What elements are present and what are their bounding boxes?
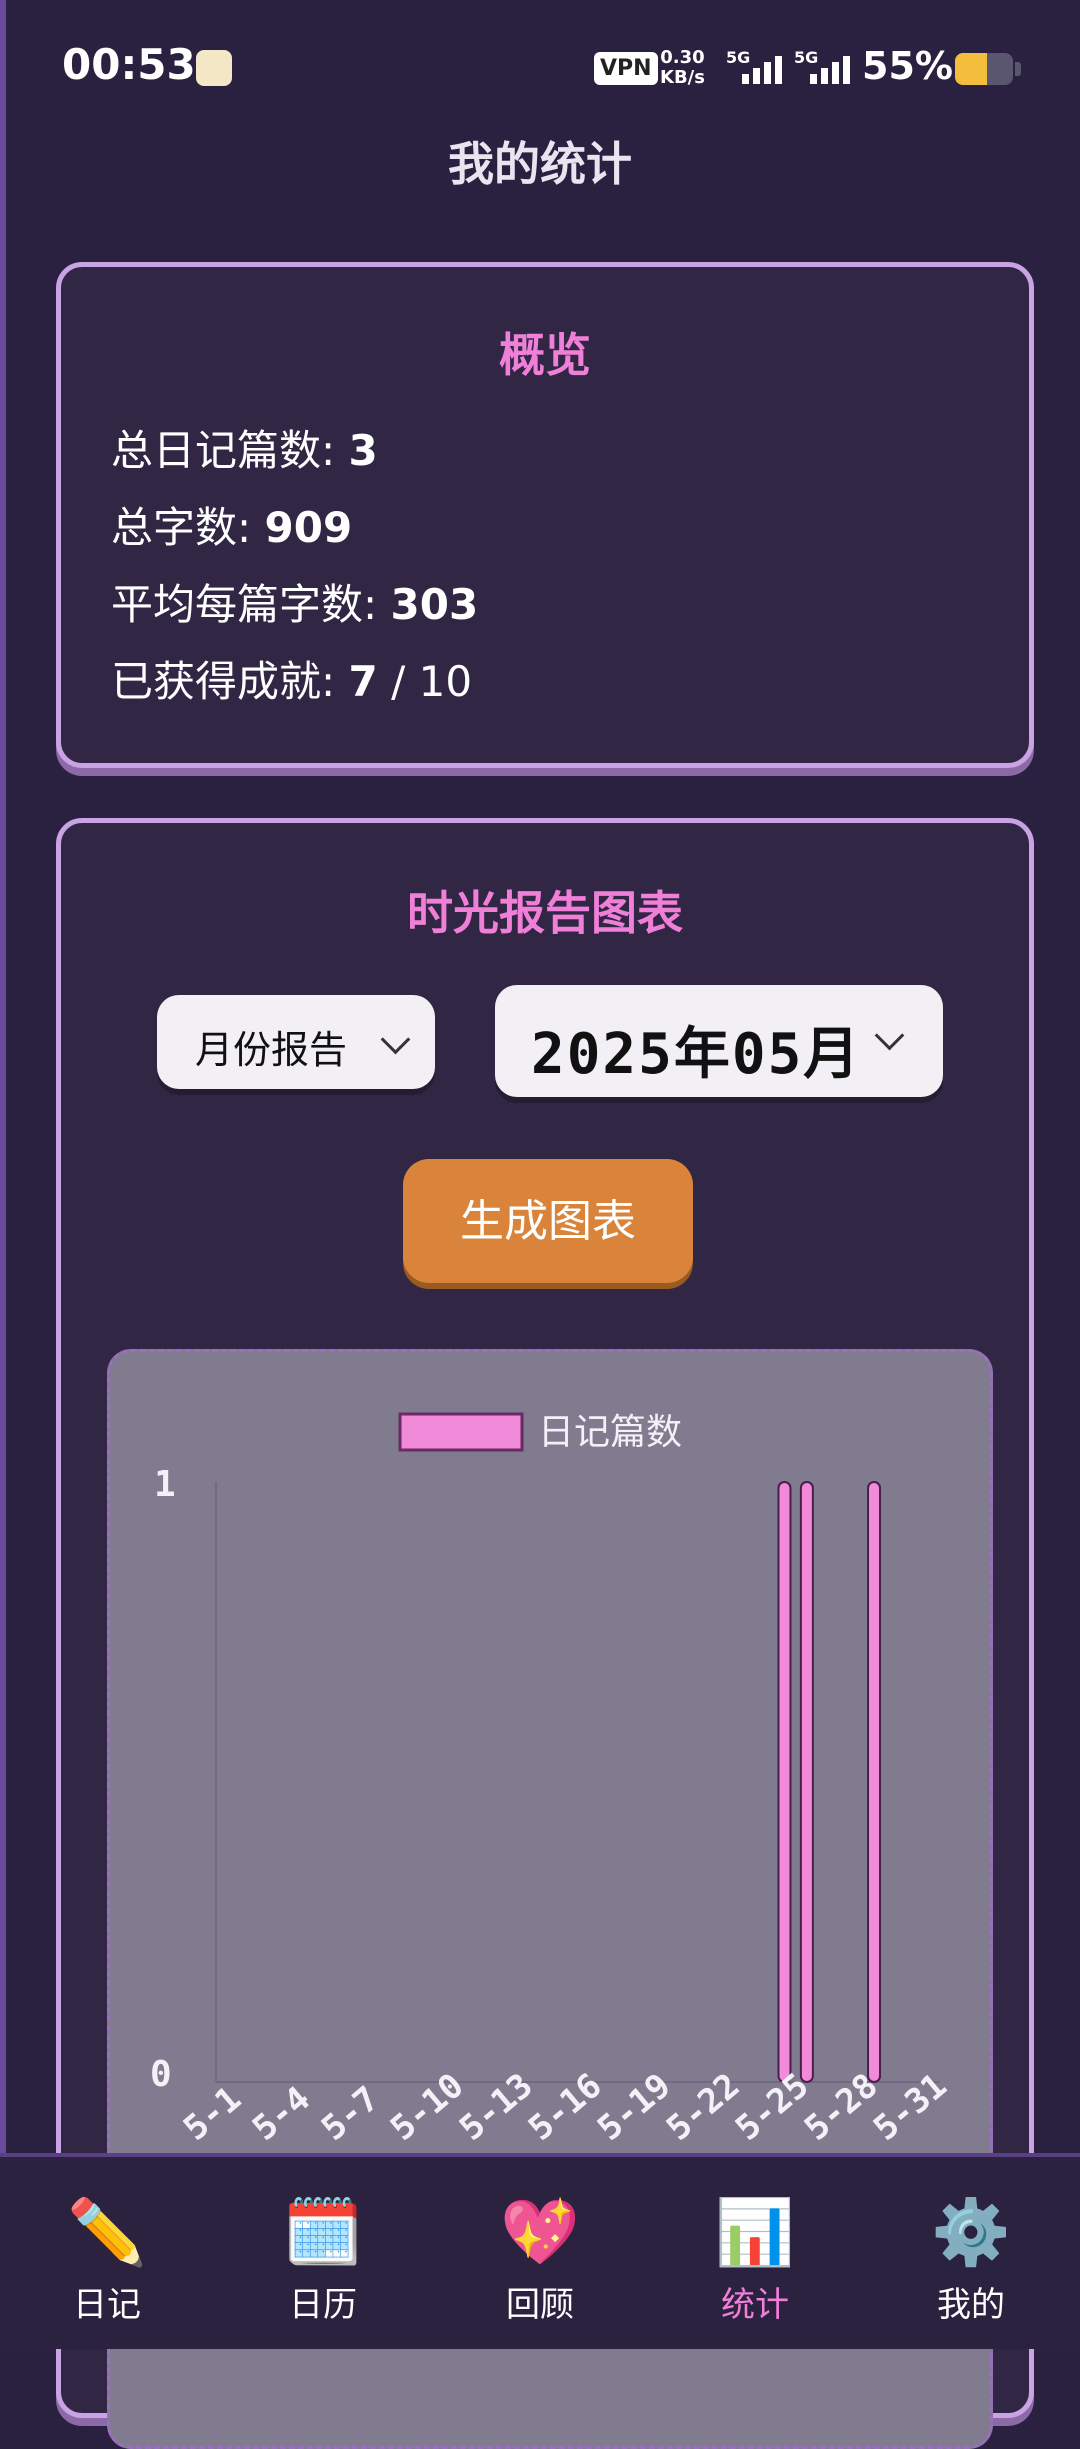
- nav-label: 回顾: [506, 2285, 574, 2325]
- y-tick-label: 0: [150, 2054, 172, 2095]
- nav-item-calendar[interactable]: 🗓️ 日历: [248, 2193, 398, 2326]
- report-type-select[interactable]: 月份报告: [157, 995, 435, 1089]
- stat-label: 总字数:: [111, 503, 265, 552]
- chevron-down-icon: [380, 1024, 411, 1055]
- status-time: 00:53: [62, 40, 196, 89]
- stat-total-words: 总字数: 909: [111, 494, 352, 555]
- x-tick-label: 5-7: [314, 2079, 387, 2149]
- stat-suffix: / 10: [377, 657, 473, 706]
- legend-label: 日记篇数: [538, 1412, 682, 1453]
- x-tick-label: 5-19: [590, 2066, 678, 2149]
- signal-icon: 5G: [726, 48, 790, 86]
- report-title: 时光报告图表: [407, 886, 683, 940]
- stat-value: 303: [390, 580, 479, 629]
- x-tick-label: 5-22: [659, 2066, 747, 2149]
- signal-icon: 5G: [794, 48, 858, 86]
- stat-label: 平均每篇字数:: [111, 580, 391, 629]
- bar: [799, 1481, 814, 2083]
- x-tick-label: 5-10: [383, 2066, 471, 2149]
- gear-icon: ⚙️: [931, 2196, 1011, 2270]
- x-tick-label: 5-13: [452, 2066, 540, 2149]
- overview-card: 概览 总日记篇数: 3 总字数: 909 平均每篇字数: 303 已获得成就: …: [56, 262, 1034, 768]
- net-speed: 0.30 KB/s: [660, 48, 705, 88]
- net-speed-value: 0.30: [660, 47, 705, 68]
- stat-label: 总日记篇数:: [111, 426, 349, 475]
- nav-label: 日记: [73, 2285, 141, 2325]
- bar: [777, 1481, 792, 2083]
- pencil-icon: ✏️: [67, 2196, 147, 2270]
- month-select[interactable]: 2025年05月: [495, 985, 943, 1097]
- stat-avg-words: 平均每篇字数: 303: [111, 571, 478, 632]
- overview-title: 概览: [499, 328, 591, 382]
- battery-tip: [1015, 62, 1021, 76]
- report-type-value: 月份报告: [195, 1028, 348, 1072]
- stat-label: 已获得成就:: [111, 657, 349, 706]
- generate-chart-button[interactable]: 生成图表: [403, 1159, 693, 1283]
- net-speed-unit: KB/s: [660, 67, 705, 88]
- stat-value: 7: [348, 657, 378, 706]
- page-title: 我的统计: [448, 137, 632, 191]
- chevron-down-icon: [874, 1020, 905, 1051]
- battery-level: [955, 53, 987, 85]
- stat-achievements: 已获得成就: 7 / 10: [111, 648, 472, 709]
- nav-label: 统计: [721, 2285, 789, 2325]
- stat-total-entries: 总日记篇数: 3: [111, 417, 378, 478]
- left-edge-accent: [0, 0, 6, 2345]
- vpn-badge: VPN: [594, 52, 658, 85]
- battery-percent: 55%: [862, 44, 953, 88]
- x-tick-label: 5-16: [521, 2066, 609, 2149]
- x-tick-label: 5-4: [245, 2079, 318, 2149]
- generate-chart-label: 生成图表: [460, 1196, 636, 1247]
- nav-label: 日历: [289, 2285, 357, 2325]
- nav-item-profile[interactable]: ⚙️ 我的: [896, 2193, 1046, 2326]
- stat-value: 3: [348, 426, 378, 475]
- y-tick-label: 1: [154, 1464, 176, 1505]
- sparkling-heart-icon: 💖: [500, 2196, 580, 2270]
- signal-type: 5G: [726, 48, 751, 67]
- app-notification-icon: [196, 50, 232, 86]
- bar: [867, 1481, 882, 2083]
- nav-label: 我的: [937, 2285, 1005, 2325]
- signal-type: 5G: [794, 48, 819, 67]
- bottom-nav: ✏️ 日记 🗓️ 日历 💖 回顾 📊 统计 ⚙️ 我的: [0, 2153, 1080, 2349]
- status-bar: 00:53 VPN 0.30 KB/s 5G 5G 55%: [0, 0, 1080, 120]
- battery-icon: [955, 53, 1013, 85]
- stat-value: 909: [264, 503, 353, 552]
- nav-item-diary[interactable]: ✏️ 日记: [32, 2193, 182, 2326]
- bar-chart-icon: 📊: [715, 2196, 795, 2270]
- calendar-icon: 🗓️: [283, 2196, 363, 2270]
- x-tick-label: 5-1: [176, 2079, 249, 2149]
- month-value: 2025年05月: [531, 1022, 851, 1087]
- nav-item-stats[interactable]: 📊 统计: [680, 2193, 830, 2326]
- legend-swatch: [398, 1412, 524, 1452]
- nav-item-review[interactable]: 💖 回顾: [465, 2193, 615, 2326]
